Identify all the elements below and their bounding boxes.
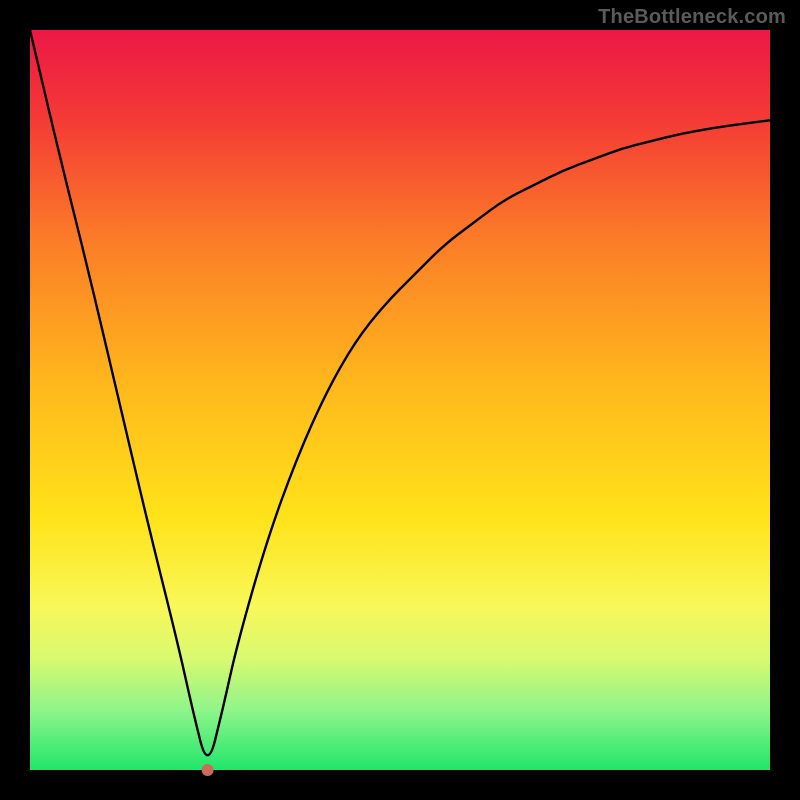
optimal-point-marker — [202, 764, 214, 776]
watermark-text: TheBottleneck.com — [598, 6, 786, 29]
plot-background — [30, 30, 770, 770]
chart-stage: TheBottleneck.com — [0, 0, 800, 800]
bottleneck-chart — [0, 0, 800, 800]
